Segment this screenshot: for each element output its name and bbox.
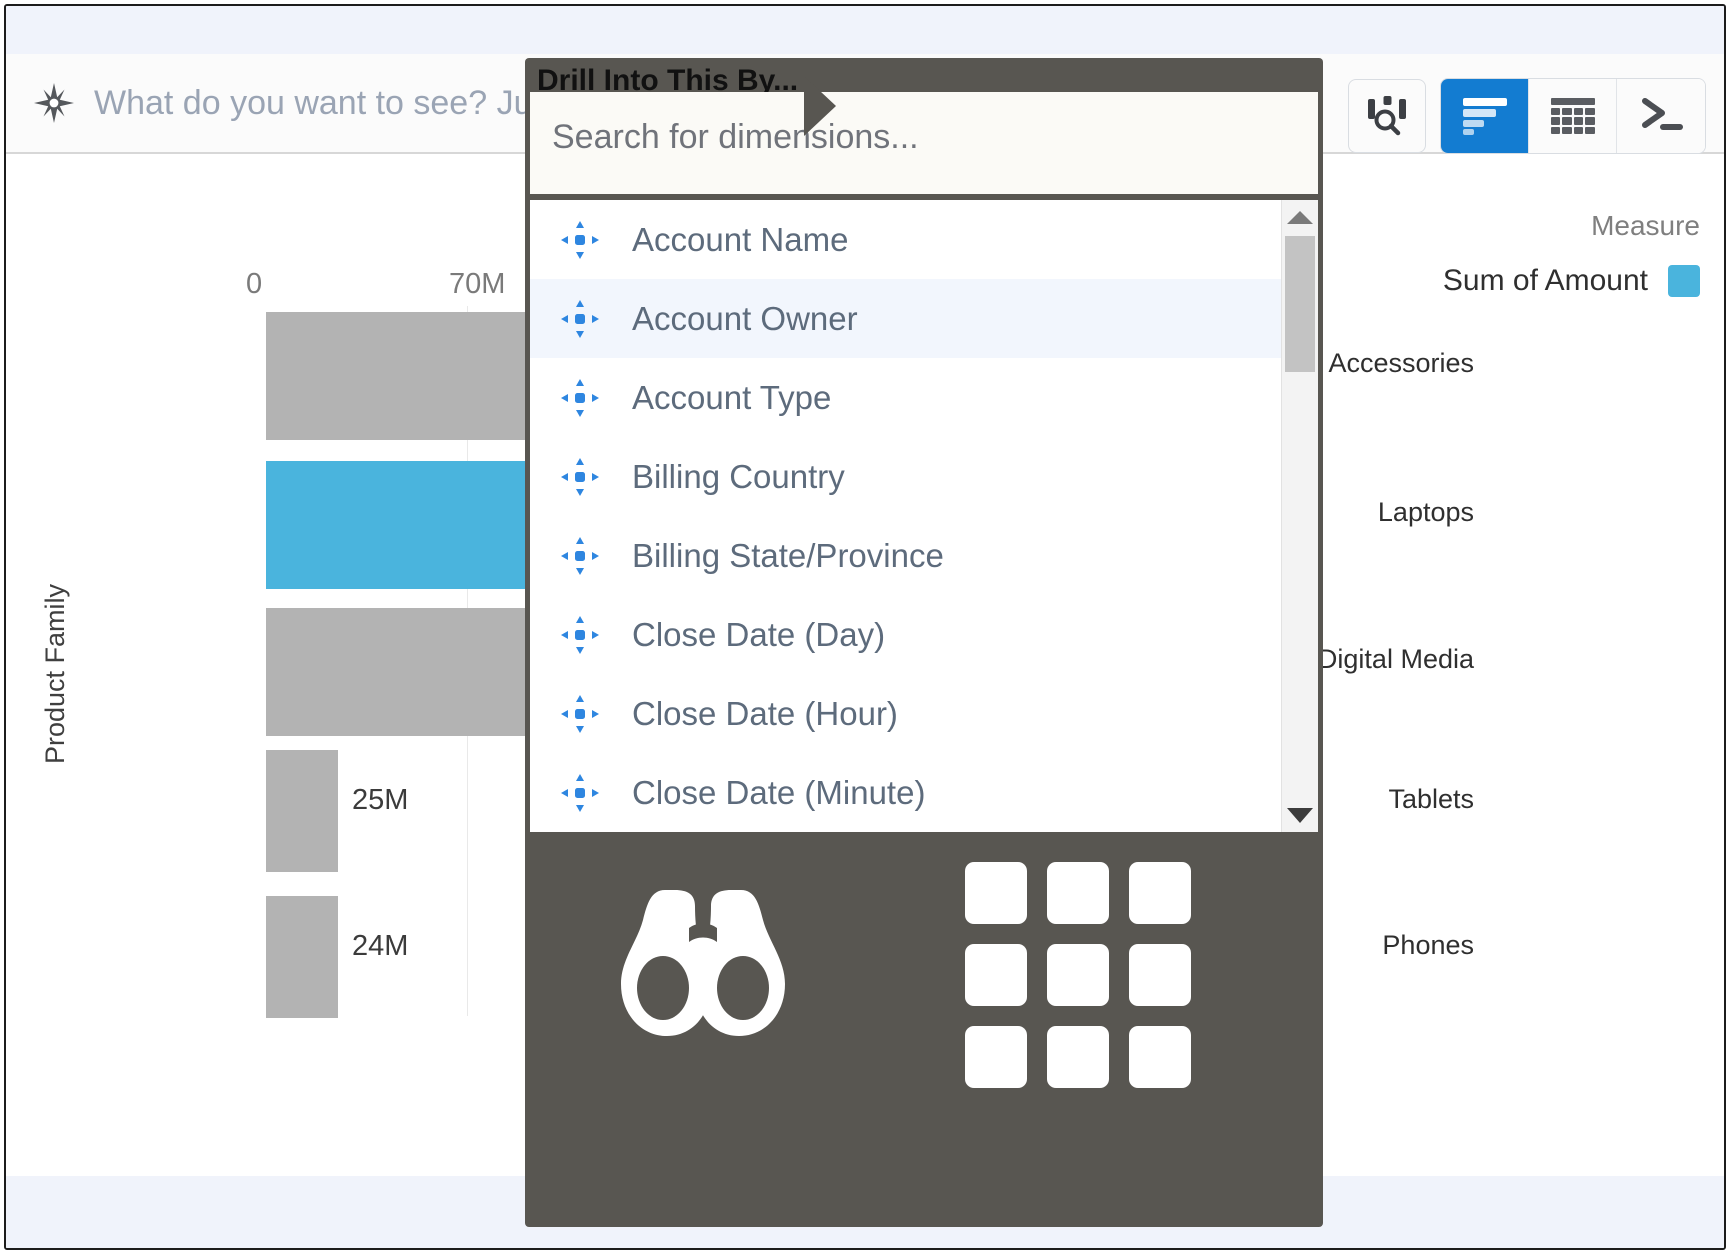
y-axis-title: Product Family (40, 583, 70, 764)
list-item[interactable]: Account Type (530, 358, 1318, 437)
ask-input-placeholder[interactable]: What do you want to see? Just (94, 80, 559, 126)
row-label-phones: Phones (1382, 930, 1474, 960)
bar-chart-icon (1462, 97, 1507, 135)
dimension-search-placeholder[interactable]: Search for dimensions... (552, 118, 919, 157)
list-item[interactable]: Account Owner (530, 279, 1318, 358)
drill-search-icon (1364, 91, 1410, 142)
drill-dimension-icon (560, 299, 600, 339)
tab-bar-chart-view[interactable] (1441, 79, 1529, 153)
dimension-list[interactable]: Account Name Account Owner Account Type … (530, 200, 1318, 832)
row-label-laptops: Laptops (1377, 497, 1474, 527)
list-item-label: Close Date (Minute) (632, 773, 926, 811)
bar-value-phones: 24M (352, 930, 409, 962)
list-item-label: Account Owner (632, 299, 858, 337)
dimension-search-field[interactable]: Search for dimensions... (530, 92, 1318, 194)
x-tick-0: 0 (246, 268, 263, 300)
drill-into-button[interactable] (1348, 79, 1426, 153)
list-item[interactable]: Close Date (Day) (530, 595, 1318, 674)
drill-into-popup: Drill Into This By... Search for dimensi… (525, 58, 1323, 1227)
list-item-label: Close Date (Hour) (632, 694, 898, 732)
bar-tablets[interactable] (266, 750, 338, 872)
row-label-tablets: Tablets (1388, 784, 1474, 814)
binoculars-icon (603, 884, 803, 1057)
list-item[interactable]: Account Name (530, 200, 1318, 279)
scroll-up-arrow-icon[interactable] (1282, 202, 1318, 232)
popup-pointer-arrow (804, 76, 836, 136)
list-item[interactable]: Close Date (Minute) (530, 753, 1318, 832)
list-item-label: Billing Country (632, 457, 845, 495)
legend-title: Measure (1591, 210, 1700, 241)
legend-item-sum-of-amount[interactable]: Sum of Amount (1443, 264, 1700, 298)
list-item-label: Account Type (632, 378, 832, 416)
list-item[interactable]: Billing Country (530, 437, 1318, 516)
list-item[interactable]: Billing State/Province (530, 516, 1318, 595)
tab-table-view[interactable] (1529, 79, 1617, 153)
list-item-label: Account Name (632, 220, 849, 258)
drill-dimension-icon (560, 773, 600, 813)
drill-dimension-icon (560, 615, 600, 655)
view-toolbar (1348, 78, 1706, 154)
drill-dimension-icon (560, 457, 600, 497)
bar-value-tablets: 25M (352, 784, 409, 816)
tab-console-view[interactable] (1617, 79, 1705, 153)
list-item-label: Close Date (Day) (632, 615, 886, 653)
drill-dimension-icon (560, 220, 600, 260)
drill-dimension-icon (560, 378, 600, 418)
drill-dimension-icon (560, 694, 600, 734)
x-tick-70m: 70M (449, 268, 506, 300)
grid-9-icon (965, 862, 1191, 1088)
legend-label: Sum of Amount (1442, 264, 1648, 297)
table-icon (1550, 98, 1595, 134)
sparkle-icon (33, 82, 75, 124)
application-window: What do you want to see? Just Product Fa… (4, 4, 1726, 1250)
list-item[interactable]: Close Date (Hour) (530, 674, 1318, 753)
scroll-down-arrow-icon[interactable] (1282, 800, 1318, 830)
list-item-label: Billing State/Province (632, 536, 944, 574)
terminal-prompt-icon (1635, 92, 1687, 141)
dimension-list-scrollbar[interactable] (1281, 200, 1318, 832)
bar-phones[interactable] (266, 896, 338, 1018)
row-label-digital-media: Digital Media (1317, 644, 1474, 674)
chart-legend: Measure Sum of Amount (1443, 210, 1700, 298)
legend-color-swatch (1668, 265, 1700, 297)
top-background-strip (6, 6, 1724, 54)
view-switch-group (1440, 78, 1706, 154)
drill-dimension-icon (560, 536, 600, 576)
row-label-accessories: Accessories (1328, 348, 1474, 378)
popup-illustration-area (525, 840, 1323, 1227)
scrollbar-thumb[interactable] (1285, 236, 1315, 372)
